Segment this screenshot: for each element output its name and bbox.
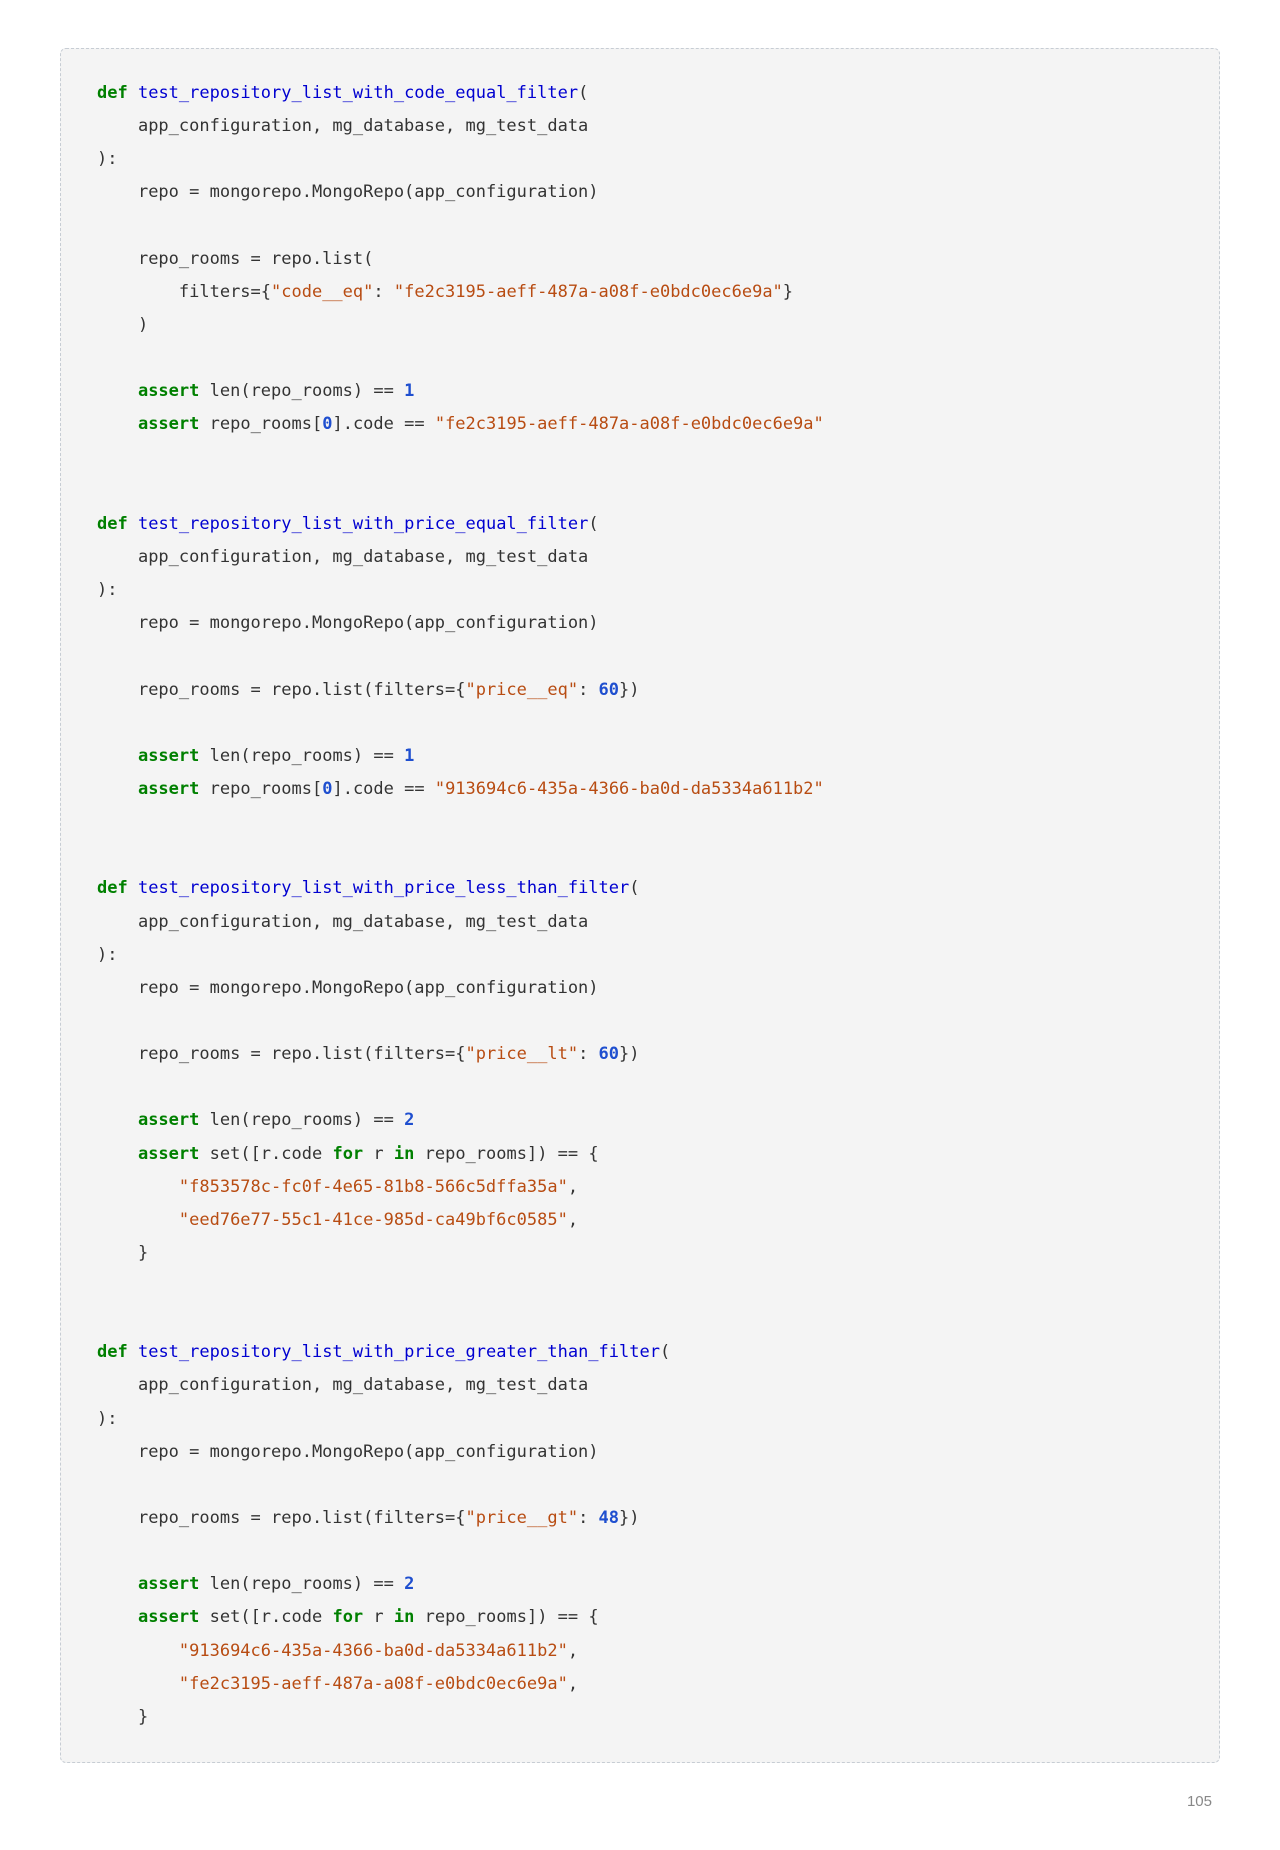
repo-assign-0: repo = mongorepo.MongoRepo(app_configura… xyxy=(138,182,599,202)
set-mid-2: r xyxy=(363,1144,394,1164)
set-end-2: repo_rooms]) == { xyxy=(414,1144,598,1164)
fn-name-1: test_repository_list_with_price_equal_fi… xyxy=(138,514,588,534)
rooms-idx-1: repo_rooms[ xyxy=(210,779,323,799)
repo-list-inline-1: repo_rooms = repo.list(filters={ xyxy=(138,680,466,700)
set-open-2: set([r.code xyxy=(210,1144,333,1164)
page-container: def test_repository_list_with_code_equal… xyxy=(0,0,1280,1850)
params-3: app_configuration, mg_database, mg_test_… xyxy=(138,1375,588,1395)
page-number: 105 xyxy=(60,1793,1220,1810)
set-code-3-0: "913694c6-435a-4366-ba0d-da5334a611b2" xyxy=(179,1641,568,1661)
idx-1: 0 xyxy=(322,779,332,799)
fn-name-0: test_repository_list_with_code_equal_fil… xyxy=(138,83,578,103)
code-block: def test_repository_list_with_code_equal… xyxy=(60,48,1220,1763)
filter-val-3: 48 xyxy=(599,1508,619,1528)
kw-in: in xyxy=(394,1144,414,1164)
code-attr-0: ].code == xyxy=(332,414,434,434)
kw-in: in xyxy=(394,1607,414,1627)
kw-def: def xyxy=(97,878,128,898)
repo-assign-3: repo = mongorepo.MongoRepo(app_configura… xyxy=(138,1442,599,1462)
code-str-1: "913694c6-435a-4366-ba0d-da5334a611b2" xyxy=(435,779,824,799)
kw-for: for xyxy=(332,1607,363,1627)
len-val-1: 1 xyxy=(404,746,414,766)
kw-for: for xyxy=(332,1144,363,1164)
kw-assert: assert xyxy=(138,1144,199,1164)
fn-name-3: test_repository_list_with_price_greater_… xyxy=(138,1342,660,1362)
kw-assert: assert xyxy=(138,1574,199,1594)
set-open-3: set([r.code xyxy=(210,1607,333,1627)
len-val-2: 2 xyxy=(404,1110,414,1130)
repo-list-inline-2: repo_rooms = repo.list(filters={ xyxy=(138,1044,466,1064)
code-attr-1: ].code == xyxy=(332,779,434,799)
len-val-3: 2 xyxy=(404,1574,414,1594)
repo-list-inline-3: repo_rooms = repo.list(filters={ xyxy=(138,1508,466,1528)
set-end-3: repo_rooms]) == { xyxy=(414,1607,598,1627)
params-2: app_configuration, mg_database, mg_test_… xyxy=(138,912,588,932)
filter-val-1: 60 xyxy=(599,680,619,700)
len-2: len(repo_rooms) == xyxy=(210,1110,404,1130)
params-0: app_configuration, mg_database, mg_test_… xyxy=(138,116,588,136)
len-1: len(repo_rooms) == xyxy=(210,746,404,766)
set-code-2-0: "f853578c-fc0f-4e65-81b8-566c5dffa35a" xyxy=(179,1177,568,1197)
repo-assign-2: repo = mongorepo.MongoRepo(app_configura… xyxy=(138,978,599,998)
kw-def: def xyxy=(97,83,128,103)
kw-assert: assert xyxy=(138,779,199,799)
len-3: len(repo_rooms) == xyxy=(210,1574,404,1594)
filters-open-0: filters={ xyxy=(179,282,271,302)
set-mid-3: r xyxy=(363,1607,394,1627)
repo-assign-1: repo = mongorepo.MongoRepo(app_configura… xyxy=(138,613,599,633)
kw-assert: assert xyxy=(138,746,199,766)
kw-assert: assert xyxy=(138,1110,199,1130)
rooms-idx-0: repo_rooms[ xyxy=(210,414,323,434)
filter-key-0: "code__eq" xyxy=(271,282,373,302)
params-1: app_configuration, mg_database, mg_test_… xyxy=(138,547,588,567)
kw-assert: assert xyxy=(138,414,199,434)
filter-val-0: "fe2c3195-aeff-487a-a08f-e0bdc0ec6e9a" xyxy=(394,282,783,302)
kw-def: def xyxy=(97,1342,128,1362)
fn-name-2: test_repository_list_with_price_less_tha… xyxy=(138,878,629,898)
code-str-0: "fe2c3195-aeff-487a-a08f-e0bdc0ec6e9a" xyxy=(435,414,824,434)
len-val-0: 1 xyxy=(404,381,414,401)
set-code-2-1: "eed76e77-55c1-41ce-985d-ca49bf6c0585" xyxy=(179,1210,568,1230)
repo-list-0: repo_rooms = repo.list( xyxy=(138,249,373,269)
filter-key-1: "price__eq" xyxy=(465,680,578,700)
kw-assert: assert xyxy=(138,381,199,401)
idx-0: 0 xyxy=(322,414,332,434)
filter-key-3: "price__gt" xyxy=(465,1508,578,1528)
len-0: len(repo_rooms) == xyxy=(210,381,404,401)
filter-val-2: 60 xyxy=(599,1044,619,1064)
filter-key-2: "price__lt" xyxy=(465,1044,578,1064)
kw-def: def xyxy=(97,514,128,534)
set-code-3-1: "fe2c3195-aeff-487a-a08f-e0bdc0ec6e9a" xyxy=(179,1674,568,1694)
kw-assert: assert xyxy=(138,1607,199,1627)
